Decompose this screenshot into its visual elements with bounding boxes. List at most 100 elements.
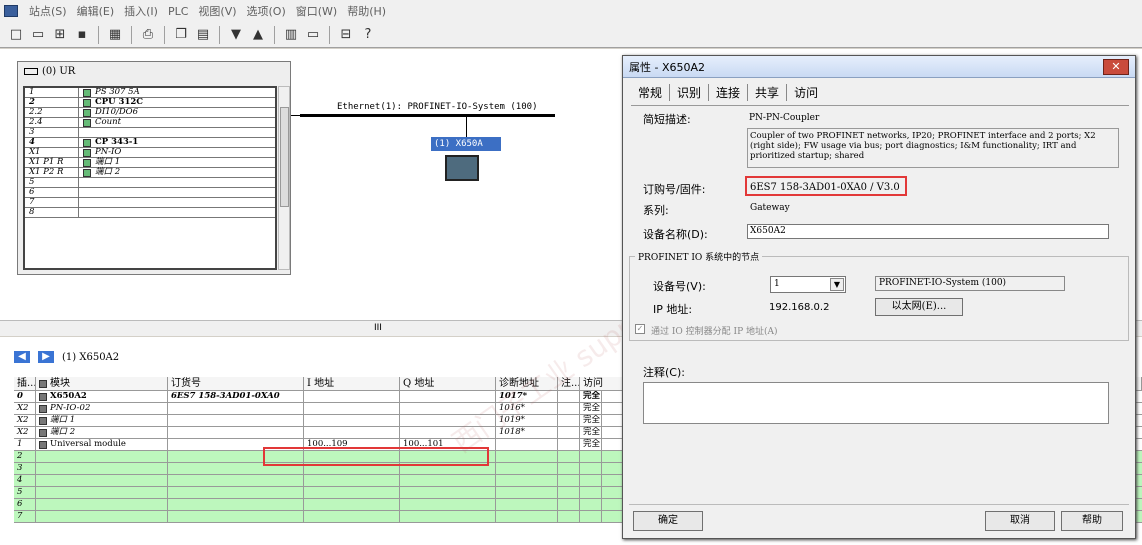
tab-general[interactable]: 常规 — [631, 84, 669, 101]
rack-title-text: (0) UR — [42, 66, 76, 77]
rack-row[interactable]: 4 CP 343-1 — [25, 138, 275, 148]
menu-options[interactable]: 选项(O) — [242, 3, 291, 19]
back-arrow-icon[interactable]: ◀ — [14, 351, 30, 363]
rack-row[interactable]: 1 PS 307 5A — [25, 88, 275, 98]
column-header[interactable]: 注... — [558, 377, 580, 390]
help-icon[interactable]: ? — [358, 25, 378, 45]
column-header[interactable]: 订货号 — [168, 377, 304, 390]
rack-row[interactable]: 3 — [25, 128, 275, 138]
close-button[interactable]: ✕ — [1103, 58, 1129, 75]
network-icon[interactable]: ⊞ — [50, 25, 70, 45]
netpro-icon[interactable]: ⊟ — [336, 25, 356, 45]
cell-order — [168, 499, 304, 510]
column-header[interactable]: I 地址 — [304, 377, 400, 390]
rack-row[interactable]: 2 CPU 312C — [25, 98, 275, 108]
detail-title: (1) X650A2 — [62, 351, 120, 363]
cell-slot: 2 — [14, 451, 36, 462]
rack-row[interactable]: 2.2 DI10/DO6 — [25, 108, 275, 118]
copy-icon[interactable]: ❐ — [171, 25, 191, 45]
menu-edit[interactable]: 编辑(E) — [72, 3, 120, 19]
rack-row[interactable]: X1 P2 R 端口 2 — [25, 168, 275, 178]
column-header[interactable]: 插... — [14, 377, 36, 390]
tab-strip: 常规 识别 连接 共享 访问 — [623, 78, 1135, 101]
rack-module: CP 343-1 — [95, 137, 139, 147]
rack-scrollbar[interactable] — [278, 86, 290, 270]
open-icon[interactable]: ▭ — [28, 25, 48, 45]
menu-plc[interactable]: PLC — [163, 5, 193, 18]
rack-slot: 3 — [25, 128, 79, 137]
upload-icon[interactable]: ▲ — [248, 25, 268, 45]
menu-station[interactable]: 站点(S) — [24, 3, 72, 19]
paste-icon[interactable]: ▤ — [193, 25, 213, 45]
comment-textarea[interactable] — [643, 382, 1109, 424]
device-name-input[interactable]: X650A2 — [747, 224, 1109, 239]
assign-ip-checkbox[interactable]: ✓ — [635, 324, 645, 334]
column-header[interactable]: 诊断地址 — [496, 377, 558, 390]
cell-i — [304, 475, 400, 486]
family-label: 系列: — [643, 204, 669, 217]
long-desc-box[interactable]: Coupler of two PROFINET networks, IP20; … — [747, 128, 1119, 168]
comment-label: 注释(C): — [643, 366, 685, 379]
cell-diag — [496, 463, 558, 474]
dialog-title: 属性 - X650A2 — [629, 60, 706, 74]
save-icon[interactable]: ▪ — [72, 25, 92, 45]
rack-row[interactable]: 6 — [25, 188, 275, 198]
device-no-value: 1 — [774, 279, 780, 289]
cell-diag: 1018* — [496, 427, 558, 438]
new-icon[interactable]: □ — [6, 25, 26, 45]
cell-order — [168, 511, 304, 522]
device-no-select[interactable]: 1 ▼ — [770, 276, 846, 293]
cancel-button[interactable]: 取消 — [985, 511, 1055, 531]
forward-arrow-icon[interactable]: ▶ — [38, 351, 54, 363]
module-name: 端口 2 — [50, 427, 76, 437]
tab-identification[interactable]: 识别 — [669, 84, 708, 101]
column-header[interactable]: Q 地址 — [400, 377, 496, 390]
menu-help[interactable]: 帮助(H) — [342, 3, 391, 19]
menu-insert[interactable]: 插入(I) — [119, 3, 163, 19]
rack-slot: 2.2 — [25, 108, 79, 117]
chevron-down-icon[interactable]: ▼ — [830, 278, 844, 291]
compile-icon[interactable]: ▦ — [105, 25, 125, 45]
rack-module: Count — [95, 117, 121, 127]
tab-divider — [631, 105, 1129, 106]
cell-slot: 4 — [14, 475, 36, 486]
device-node[interactable]: (1) X650A — [431, 137, 501, 187]
rack-scroll-thumb[interactable] — [280, 107, 289, 207]
rack-window[interactable]: (0) UR 1 PS 307 5A 2 CPU 312C 2.2 DI10/DO6 2.4… — [17, 61, 291, 275]
tab-shared[interactable]: 共享 — [747, 84, 786, 101]
rack-row[interactable]: 7 — [25, 198, 275, 208]
menu-view[interactable]: 视图(V) — [193, 3, 241, 19]
ip-value: 192.168.0.2 — [769, 302, 830, 313]
tab-connections[interactable]: 连接 — [708, 84, 747, 101]
rack-connector-line — [291, 115, 304, 175]
cell-access — [580, 475, 602, 486]
rack-row[interactable]: 5 — [25, 178, 275, 188]
module-icon — [83, 98, 91, 107]
cell-note — [558, 427, 580, 438]
tab-access[interactable]: 访问 — [786, 84, 825, 101]
print-icon[interactable]: ⎙ — [138, 25, 158, 45]
rack-row[interactable]: 2.4 Count — [25, 118, 275, 128]
cell-q — [400, 511, 496, 522]
order-label: 订购号/固件: — [643, 183, 706, 196]
toolbar: □ ▭ ⊞ ▪ ▦ ⎙ ❐ ▤ ▼ ▲ ▥ ▭ ⊟ ? — [0, 22, 1142, 48]
cell-i — [304, 403, 400, 414]
menu-window[interactable]: 窗口(W) — [291, 3, 342, 19]
rack-row[interactable]: 8 — [25, 208, 275, 218]
rack-icon — [24, 68, 38, 75]
cell-order: 6ES7 158-3AD01-0XA0 — [168, 391, 304, 402]
ethernet-button[interactable]: 以太网(E)... — [875, 298, 963, 316]
cell-note — [558, 403, 580, 414]
ok-button[interactable]: 确定 — [633, 511, 703, 531]
toolbar-divider — [274, 25, 275, 44]
detail-nav: ◀ ▶ (1) X650A2 — [14, 351, 119, 363]
ethernet-bus-line[interactable] — [300, 114, 555, 117]
cell-q — [400, 475, 496, 486]
catalog-icon[interactable]: ▥ — [281, 25, 301, 45]
monitor-icon[interactable]: ▭ — [303, 25, 323, 45]
cell-diag — [496, 451, 558, 462]
download-icon[interactable]: ▼ — [226, 25, 246, 45]
column-header[interactable]: 模块 — [36, 377, 168, 390]
help-button[interactable]: 帮助 — [1061, 511, 1123, 531]
cell-i — [304, 391, 400, 402]
